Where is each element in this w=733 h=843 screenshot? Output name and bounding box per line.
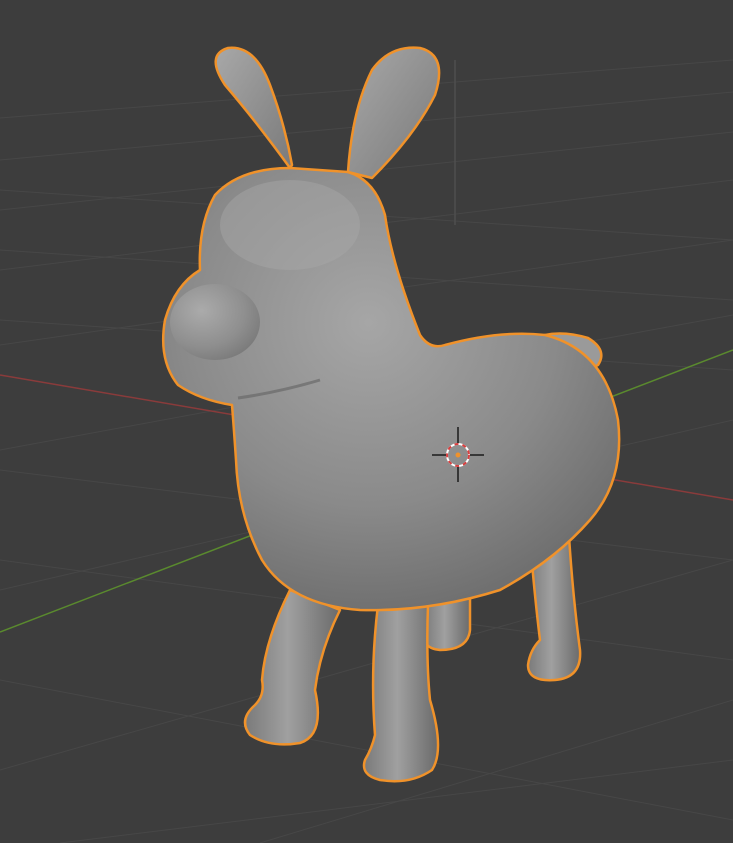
- forehead-highlight: [220, 180, 360, 270]
- left-ear: [214, 46, 294, 170]
- viewport-canvas[interactable]: [0, 0, 733, 843]
- toy-horse-mesh[interactable]: [161, 46, 621, 783]
- right-ear: [346, 46, 441, 180]
- 3d-viewport[interactable]: [0, 0, 733, 843]
- snout-highlight: [170, 284, 260, 360]
- front-right-leg: [362, 603, 440, 783]
- front-left-leg: [243, 588, 342, 746]
